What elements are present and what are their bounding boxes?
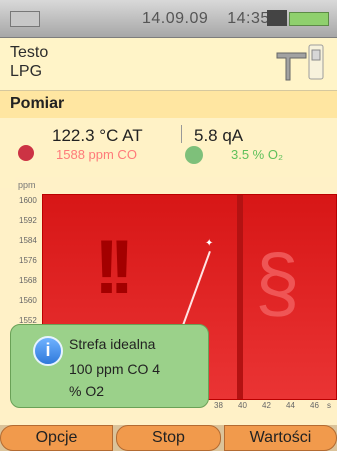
x-tick: s: [327, 401, 331, 410]
probe-icon: [276, 44, 324, 81]
o2-icon: [185, 146, 203, 164]
measurement-section: Pomiar: [0, 91, 337, 119]
softkey-bar: Opcje Stop Wartości: [0, 425, 337, 451]
warning-icon: !!: [94, 225, 135, 310]
co-reading: 1588 ppm CO: [56, 147, 137, 162]
x-tick: 44: [286, 401, 295, 410]
temperature-reading: 122.3 °C AT: [52, 126, 143, 145]
device-screen: 14.09.09 14:35 Testo LPG Pomiar 122.3 °C…: [0, 0, 337, 451]
info-icon: i: [33, 336, 63, 366]
status-date: 14.09.09: [142, 10, 209, 27]
o2-reading: 3.5 % O₂: [231, 147, 284, 162]
y-tick: 1576: [19, 256, 37, 265]
y-tick: 1600: [19, 196, 37, 205]
fuel-type: LPG: [10, 63, 43, 80]
options-button[interactable]: Opcje: [0, 425, 113, 451]
y-tick: 1568: [19, 276, 37, 285]
signal-icon: [289, 12, 329, 26]
reading-separator: [181, 125, 182, 143]
section-title: Pomiar: [10, 95, 65, 112]
status-icons: [267, 10, 329, 26]
cursor-icon: ✦: [205, 238, 214, 249]
memory-icon: [267, 10, 287, 26]
device-name: Testo: [10, 44, 49, 61]
values-button[interactable]: Wartości: [224, 425, 337, 451]
battery-icon: [10, 11, 40, 27]
x-tick: 42: [262, 401, 271, 410]
plot-divider: [237, 195, 243, 399]
y-tick: 1560: [19, 296, 37, 305]
co-icon: [18, 145, 34, 161]
x-tick: 46: [310, 401, 319, 410]
x-tick: 40: [238, 401, 247, 410]
section-icon: §: [255, 238, 300, 327]
popup-line-2: 100 ppm CO 4: [69, 361, 161, 377]
status-time: 14:35: [227, 10, 270, 27]
popup-line-3: % O2: [69, 383, 105, 399]
info-popup: i Strefa idealna 100 ppm CO 4 % O2: [10, 324, 209, 408]
y-tick: 1592: [19, 216, 37, 225]
y-axis-label: ppm: [18, 180, 36, 190]
stop-button[interactable]: Stop: [116, 425, 221, 451]
status-bar: 14.09.09 14:35: [0, 0, 337, 38]
status-datetime: 14.09.09 14:35: [142, 10, 284, 28]
y-tick: 1584: [19, 236, 37, 245]
popup-title: Strefa idealna: [69, 336, 156, 352]
efficiency-reading: 5.8 qA: [194, 126, 244, 145]
header-box: Testo LPG: [0, 38, 337, 91]
x-tick: 38: [214, 401, 223, 410]
